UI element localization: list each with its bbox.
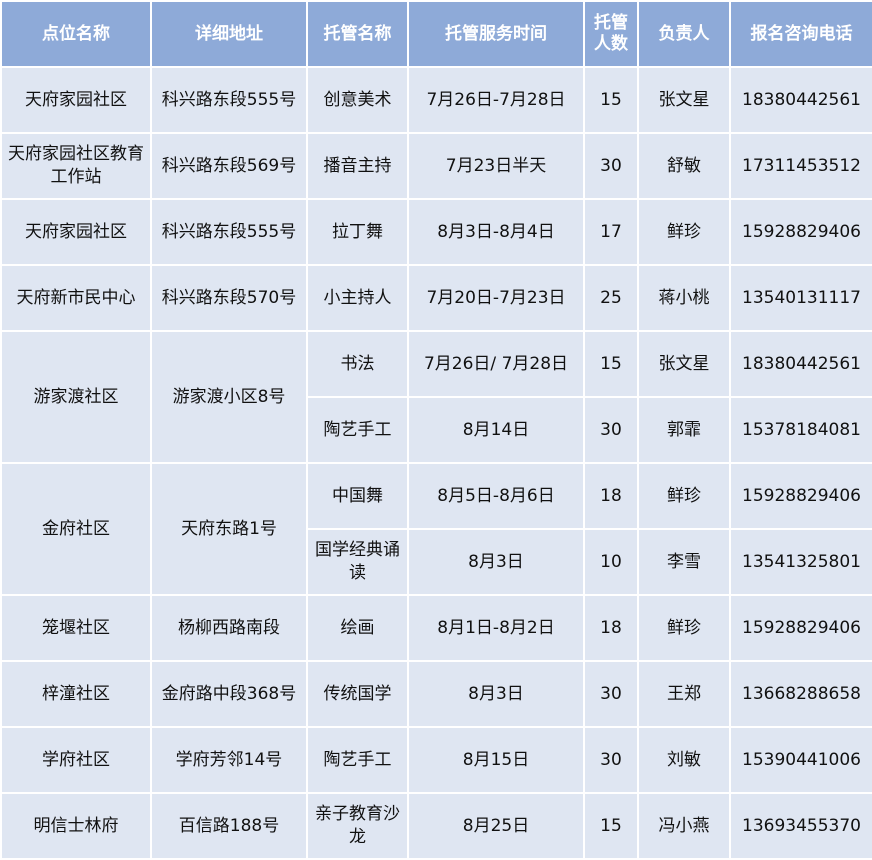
program-cell: 绘画: [306, 594, 409, 662]
header-person: 负责人: [637, 0, 731, 68]
time-cell: 8月3日-8月4日: [407, 198, 585, 266]
header-site-name: 点位名称: [0, 0, 152, 68]
program-cell: 小主持人: [306, 264, 409, 332]
site-name-cell: 游家渡社区: [0, 330, 152, 464]
count-cell: 30: [583, 660, 639, 728]
table-row: 梓潼社区 金府路中段368号 传统国学 8月3日 30 王郑 136682886…: [0, 660, 872, 728]
phone-cell: 17311453512: [729, 132, 872, 200]
site-name-cell: 天府家园社区: [0, 66, 152, 134]
count-cell: 30: [583, 132, 639, 200]
program-cell: 拉丁舞: [306, 198, 409, 266]
person-cell: 鲜珍: [637, 594, 731, 662]
program-cell: 陶艺手工: [306, 396, 409, 464]
address-cell: 游家渡小区8号: [150, 330, 308, 464]
address-cell: 科兴路东段570号: [150, 264, 308, 332]
person-cell: 舒敏: [637, 132, 731, 200]
site-name-cell: 明信士林府: [0, 792, 152, 860]
person-cell: 冯小燕: [637, 792, 731, 860]
table-row: 天府家园社区 科兴路东段555号 创意美术 7月26日-7月28日 15 张文星…: [0, 66, 872, 134]
program-cell: 亲子教育沙龙: [306, 792, 409, 860]
time-cell: 7月26日-7月28日: [407, 66, 585, 134]
count-cell: 18: [583, 594, 639, 662]
site-name-cell: 金府社区: [0, 462, 152, 596]
table-row: 天府家园社区 科兴路东段555号 拉丁舞 8月3日-8月4日 17 鲜珍 159…: [0, 198, 872, 266]
phone-cell: 18380442561: [729, 330, 872, 398]
time-cell: 8月3日: [407, 660, 585, 728]
count-cell: 17: [583, 198, 639, 266]
table-row: 金府社区 天府东路1号 中国舞 8月5日-8月6日 18 鲜珍 15928829…: [0, 462, 872, 596]
address-cell: 科兴路东段569号: [150, 132, 308, 200]
time-cell: 7月23日半天: [407, 132, 585, 200]
site-name-cell: 梓潼社区: [0, 660, 152, 728]
time-cell: 8月25日: [407, 792, 585, 860]
program-cell: 国学经典诵读: [306, 528, 409, 596]
count-cell: 10: [583, 528, 639, 596]
site-name-cell: 学府社区: [0, 726, 152, 794]
time-cell: 8月5日-8月6日: [407, 462, 585, 530]
program-cell: 播音主持: [306, 132, 409, 200]
person-cell: 刘敏: [637, 726, 731, 794]
count-cell: 30: [583, 726, 639, 794]
program-cell: 书法: [306, 330, 409, 398]
program-cell: 中国舞: [306, 462, 409, 530]
phone-cell: 15390441006: [729, 726, 872, 794]
header-phone: 报名咨询电话: [729, 0, 872, 68]
table-row: 明信士林府 百信路188号 亲子教育沙龙 8月25日 15 冯小燕 136934…: [0, 792, 872, 860]
header-program-name: 托管名称: [306, 0, 409, 68]
site-name-cell: 天府家园社区: [0, 198, 152, 266]
header-count: 托管人数: [583, 0, 639, 68]
header-address: 详细地址: [150, 0, 308, 68]
program-cell: 创意美术: [306, 66, 409, 134]
childcare-table: 点位名称 详细地址 托管名称 托管服务时间 托管人数 负责人 报名咨询电话 天府…: [0, 0, 872, 860]
address-cell: 百信路188号: [150, 792, 308, 860]
site-name-cell: 天府家园社区教育工作站: [0, 132, 152, 200]
phone-cell: 15928829406: [729, 462, 872, 530]
address-cell: 杨柳西路南段: [150, 594, 308, 662]
table-row: 游家渡社区 游家渡小区8号 书法 7月26日/ 7月28日 15 张文星 183…: [0, 330, 872, 464]
count-cell: 18: [583, 462, 639, 530]
phone-cell: 15378184081: [729, 396, 872, 464]
site-name-cell: 笼堰社区: [0, 594, 152, 662]
person-cell: 王郑: [637, 660, 731, 728]
time-cell: 8月15日: [407, 726, 585, 794]
table-row: 天府新市民中心 科兴路东段570号 小主持人 7月20日-7月23日 25 蒋小…: [0, 264, 872, 332]
person-cell: 鲜珍: [637, 198, 731, 266]
address-cell: 金府路中段368号: [150, 660, 308, 728]
header-service-time: 托管服务时间: [407, 0, 585, 68]
count-cell: 30: [583, 396, 639, 464]
person-cell: 鲜珍: [637, 462, 731, 530]
person-cell: 张文星: [637, 330, 731, 398]
phone-cell: 18380442561: [729, 66, 872, 134]
table-row: 学府社区 学府芳邻14号 陶艺手工 8月15日 30 刘敏 1539044100…: [0, 726, 872, 794]
time-cell: 7月26日/ 7月28日: [407, 330, 585, 398]
phone-cell: 13540131117: [729, 264, 872, 332]
time-cell: 8月14日: [407, 396, 585, 464]
count-cell: 15: [583, 792, 639, 860]
address-cell: 天府东路1号: [150, 462, 308, 596]
table-row: 天府家园社区教育工作站 科兴路东段569号 播音主持 7月23日半天 30 舒敏…: [0, 132, 872, 200]
site-name-cell: 天府新市民中心: [0, 264, 152, 332]
person-cell: 郭霏: [637, 396, 731, 464]
program-cell: 传统国学: [306, 660, 409, 728]
person-cell: 蒋小桃: [637, 264, 731, 332]
person-cell: 张文星: [637, 66, 731, 134]
table-row: 笼堰社区 杨柳西路南段 绘画 8月1日-8月2日 18 鲜珍 159288294…: [0, 594, 872, 662]
phone-cell: 13668288658: [729, 660, 872, 728]
phone-cell: 13541325801: [729, 528, 872, 596]
count-cell: 15: [583, 66, 639, 134]
address-cell: 科兴路东段555号: [150, 198, 308, 266]
program-cell: 陶艺手工: [306, 726, 409, 794]
time-cell: 8月1日-8月2日: [407, 594, 585, 662]
address-cell: 学府芳邻14号: [150, 726, 308, 794]
phone-cell: 15928829406: [729, 594, 872, 662]
count-cell: 15: [583, 330, 639, 398]
time-cell: 7月20日-7月23日: [407, 264, 585, 332]
phone-cell: 13693455370: [729, 792, 872, 860]
header-row: 点位名称 详细地址 托管名称 托管服务时间 托管人数 负责人 报名咨询电话: [0, 0, 872, 68]
address-cell: 科兴路东段555号: [150, 66, 308, 134]
count-cell: 25: [583, 264, 639, 332]
person-cell: 李雪: [637, 528, 731, 596]
phone-cell: 15928829406: [729, 198, 872, 266]
time-cell: 8月3日: [407, 528, 585, 596]
